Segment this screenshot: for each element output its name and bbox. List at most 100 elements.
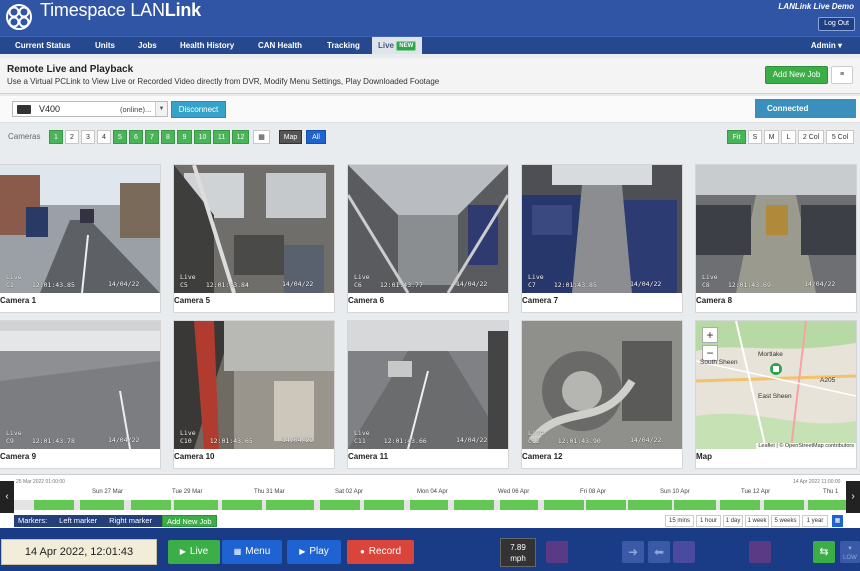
camera-select-5[interactable]: 5 xyxy=(113,130,127,144)
camera-select-2[interactable]: 2 xyxy=(65,130,79,144)
camera-tile[interactable]: Live C12 12:01:43.90 14/04/22 Camera 12 xyxy=(521,320,683,469)
camera-select-8[interactable]: 8 xyxy=(161,130,175,144)
camera-select-3[interactable]: 3 xyxy=(81,130,95,144)
live-button[interactable]: ▶ Live xyxy=(168,540,220,564)
options-button[interactable]: ≡ xyxy=(831,66,853,84)
size-fit-button[interactable]: Fit xyxy=(727,130,746,144)
recording-segment[interactable] xyxy=(222,500,262,510)
range-1-year-button[interactable]: 1 year xyxy=(802,515,828,527)
camera-video[interactable]: Live C11 12:01:43.66 14/04/22 xyxy=(348,321,508,449)
size-5-col-button[interactable]: 5 Col xyxy=(826,130,854,144)
markers-add-job-button[interactable]: Add New Job xyxy=(162,515,217,527)
map-toggle-button[interactable]: Map xyxy=(279,130,302,144)
sync-icon[interactable]: ⇆ xyxy=(813,541,835,563)
camera-select-12[interactable]: 12 xyxy=(232,130,249,144)
timeline-next-button[interactable]: › xyxy=(846,481,860,513)
add-new-job-button[interactable]: Add New Job xyxy=(765,66,828,84)
logout-button[interactable]: Log Out xyxy=(818,17,855,31)
recording-segment[interactable] xyxy=(131,500,171,510)
size-2-col-button[interactable]: 2 Col xyxy=(798,130,824,144)
recording-segment[interactable] xyxy=(320,500,360,510)
camera-video[interactable]: Live C8 12:01:43.69 14/04/22 xyxy=(696,165,856,293)
video-overlay: Live C12 12:01:43.90 14/04/22 xyxy=(528,429,661,445)
recording-segment[interactable] xyxy=(586,500,626,510)
nav-live[interactable]: Live NEW xyxy=(372,37,423,54)
map-attribution[interactable]: Leaflet | © OpenStreetMap contributors xyxy=(756,443,856,449)
recording-segment[interactable] xyxy=(500,500,538,510)
nav-jobs[interactable]: Jobs xyxy=(138,37,157,54)
device-select[interactable]: V400 (online)... ▼ xyxy=(12,101,168,117)
size-s-button[interactable]: S xyxy=(748,130,762,144)
nav-units[interactable]: Units xyxy=(95,37,115,54)
all-cameras-button[interactable]: All xyxy=(306,130,326,144)
recording-track[interactable] xyxy=(14,500,846,510)
zoom-in-icon[interactable]: + xyxy=(702,327,718,343)
device-bar: V400 (online)... ▼ Disconnect Connected xyxy=(0,96,860,123)
camera-tile[interactable]: Live C10 12:01:43.65 14/04/22 Camera 10 xyxy=(173,320,335,469)
size-m-button[interactable]: M xyxy=(764,130,779,144)
range-1-week-button[interactable]: 1 week xyxy=(745,515,769,527)
camera-video[interactable]: Live C12 12:01:43.90 14/04/22 xyxy=(522,321,682,449)
camera-select-6[interactable]: 6 xyxy=(129,130,143,144)
map-view[interactable]: + − Mortlake East Sheen South Sheen A205 Leafl… xyxy=(696,321,856,449)
recording-segment[interactable] xyxy=(34,500,74,510)
recording-segment[interactable] xyxy=(674,500,716,510)
camera-select-1[interactable]: 1 xyxy=(49,130,63,144)
recording-segment[interactable] xyxy=(174,500,218,510)
camera-tile[interactable]: Live C8 12:01:43.69 14/04/22 Camera 8 xyxy=(695,164,857,313)
play-button[interactable]: ▶ Play xyxy=(287,540,341,564)
menu-button[interactable]: ▦ Menu xyxy=(222,540,282,564)
camera-select-7[interactable]: 7 xyxy=(145,130,159,144)
disconnect-button[interactable]: Disconnect xyxy=(171,101,226,118)
camera-video[interactable]: Live C5 12:01:43.84 14/04/22 xyxy=(174,165,334,293)
recording-segment[interactable] xyxy=(628,500,672,510)
camera-video[interactable]: Live C9 12:01:43.78 14/04/22 xyxy=(0,321,160,449)
recording-segment[interactable] xyxy=(454,500,494,510)
low-button[interactable]: ▼ LOW xyxy=(840,541,860,563)
right-marker-button[interactable]: Right marker xyxy=(109,516,152,525)
recording-segment[interactable] xyxy=(410,500,448,510)
record-button[interactable]: ● Record xyxy=(347,540,414,564)
timeline[interactable]: 25 Mar 2022 01:00:00 14 Apr 2022 11:00:0… xyxy=(0,474,860,514)
camera-video[interactable]: Live C10 12:01:43.65 14/04/22 xyxy=(174,321,334,449)
nav-can-health[interactable]: CAN Health xyxy=(258,37,302,54)
camera-tile[interactable]: Live C5 12:01:43.84 14/04/22 Camera 5 xyxy=(173,164,335,313)
camera-select-4[interactable]: 4 xyxy=(97,130,111,144)
nav-tracking[interactable]: Tracking xyxy=(327,37,360,54)
timeline-prev-button[interactable]: ‹ xyxy=(0,481,14,513)
camera-tile[interactable]: Live C6 12:01:43.77 14/04/22 Camera 6 xyxy=(347,164,509,313)
camera-tile[interactable]: Live C9 12:01:43.78 14/04/22 Camera 9 xyxy=(0,320,161,469)
chevron-down-icon[interactable]: ▼ xyxy=(155,102,167,116)
camera-tile[interactable]: Live C1 12:01:43.85 14/04/22 Camera 1 xyxy=(0,164,161,313)
grid-layout-icon[interactable]: ▦ xyxy=(253,130,270,144)
recording-segment[interactable] xyxy=(544,500,584,510)
back-arrow-icon: ⬅ xyxy=(648,541,670,563)
nav-current-status[interactable]: Current Status xyxy=(15,37,71,54)
dvr-device-icon xyxy=(17,105,31,114)
admin-menu[interactable]: Admin ▾ xyxy=(811,37,842,54)
camera-video[interactable]: Live C6 12:01:43.77 14/04/22 xyxy=(348,165,508,293)
recording-segment[interactable] xyxy=(364,500,404,510)
calendar-icon[interactable]: ▦ xyxy=(832,515,843,527)
camera-select-10[interactable]: 10 xyxy=(194,130,211,144)
camera-select-11[interactable]: 11 xyxy=(213,130,230,144)
range-1-hour-button[interactable]: 1 hour xyxy=(696,515,721,527)
camera-tile[interactable]: Live C11 12:01:43.66 14/04/22 Camera 11 xyxy=(347,320,509,469)
recording-segment[interactable] xyxy=(808,500,846,510)
recording-segment[interactable] xyxy=(266,500,314,510)
recording-segment[interactable] xyxy=(764,500,804,510)
speed-unit: mph xyxy=(510,554,526,563)
camera-video[interactable]: Live C1 12:01:43.85 14/04/22 xyxy=(0,165,160,293)
size-l-button[interactable]: L xyxy=(781,130,796,144)
camera-tile[interactable]: Live C7 12:01:43.85 14/04/22 Camera 7 xyxy=(521,164,683,313)
range-15-mins-button[interactable]: 15 mins xyxy=(665,515,694,527)
range-1-day-button[interactable]: 1 day xyxy=(723,515,743,527)
range-5-weeks-button[interactable]: 5 weeks xyxy=(771,515,800,527)
camera-select-9[interactable]: 9 xyxy=(177,130,192,144)
map-tile[interactable]: + − Mortlake East Sheen South Sheen A205 Leafl… xyxy=(695,320,857,469)
recording-segment[interactable] xyxy=(720,500,760,510)
nav-health-history[interactable]: Health History xyxy=(180,37,234,54)
recording-segment[interactable] xyxy=(80,500,124,510)
camera-video[interactable]: Live C7 12:01:43.85 14/04/22 xyxy=(522,165,682,293)
left-marker-button[interactable]: Left marker xyxy=(59,516,97,525)
